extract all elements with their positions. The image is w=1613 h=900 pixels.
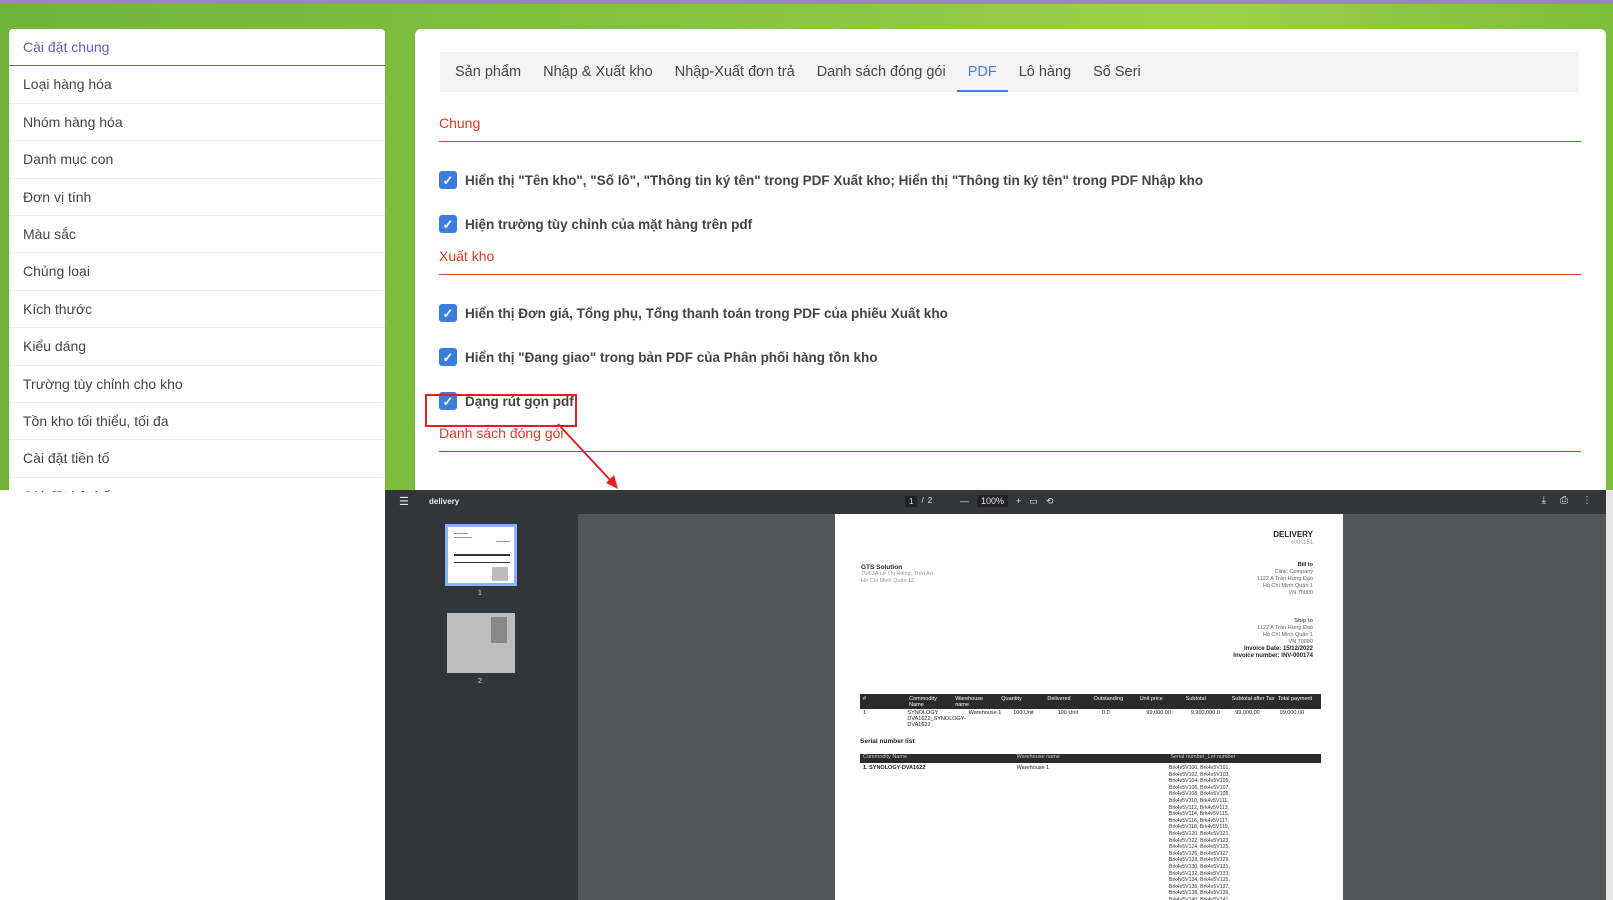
option-label-unit-price: Hiển thị Đơn giá, Tổng phụ, Tổng thanh t… (465, 305, 948, 321)
thumbnail-label-1: 1 (478, 590, 482, 597)
serial-table-header: Commodity Name Warehouse name Serial num… (860, 754, 1321, 763)
ship-to: Ship to 1122 A Trần Hưng Đạo Hồ Chí Minh… (1257, 618, 1313, 645)
settings-sidebar: Cài đặt chung Loại hàng hóa Nhóm hàng hó… (9, 29, 385, 492)
settings-tabs: Sản phẩm Nhập & Xuất kho Nhập-Xuất đơn t… (440, 52, 1579, 92)
thumbnail-label-2: 2 (478, 678, 482, 685)
invoice-info: Invoice Date: 15/12/2022 Invoice number:… (1233, 646, 1313, 659)
page-current[interactable]: 1 (905, 496, 918, 507)
serial-number-item: Brk4v5V132, Brk4v5V133, (1169, 870, 1230, 877)
sidebar-item-size[interactable]: Kích thước (9, 291, 385, 329)
serial-number-item: Brk4v5V126, Brk4v5V127, (1169, 850, 1230, 857)
doc-title: DELIVERY (1273, 530, 1313, 539)
tab-lot[interactable]: Lô hàng (1008, 52, 1082, 92)
sidebar-item-commodity-type[interactable]: Loại hàng hóa (9, 66, 385, 104)
serial-number-item: Brk4v5V124, Brk4v5V125, (1169, 844, 1230, 851)
sidebar-item-commodity-group[interactable]: Nhóm hàng hóa (9, 104, 385, 142)
tab-packing-list[interactable]: Danh sách đóng gói (806, 52, 957, 92)
zoom-level[interactable]: 100% (977, 495, 1009, 507)
page-separator: / (921, 496, 924, 505)
zoom-out-icon[interactable]: — (960, 496, 969, 506)
checkbox-unit-price[interactable]: ✓ (439, 304, 457, 322)
serial-number-item: Brk4v5V108, Brk4v5V109, (1169, 791, 1230, 798)
serial-number-item: Brk4v5V122, Brk4v5V123, (1169, 837, 1230, 844)
doc-number: #XK151 (1291, 540, 1313, 546)
menu-icon[interactable]: ☰ (399, 495, 409, 508)
serial-number-item: Brk4v5V100, Brk4v5V101, (1169, 765, 1230, 771)
zoom-in-icon[interactable]: + (1016, 496, 1021, 506)
pdf-toolbar: ☰ delivery 1 / 2 — 100% + ▭ ⟲ ⤓ ⎙ ⋮ (385, 490, 1606, 514)
annotation-arrow (557, 423, 618, 489)
download-icon[interactable]: ⤓ (1542, 495, 1546, 506)
thumbnail-page-2[interactable] (447, 613, 515, 673)
pdf-title: delivery (429, 497, 460, 506)
serial-number-item: Brk4v5V110, Brk4v5V111, (1169, 797, 1229, 804)
serial-table-row: 1. SYNOLOGY-DVA1622 Warehouse 1 (863, 765, 1050, 771)
sidebar-item-kind[interactable]: Chủng loại (9, 253, 385, 291)
tab-pdf[interactable]: PDF (956, 52, 1008, 92)
serial-number-item: Brk4v5V106, Brk4v5V107, (1169, 784, 1230, 791)
serial-number-item: Brk4v5V128, Brk4v5V129, (1169, 857, 1230, 864)
sidebar-item-style[interactable]: Kiểu dáng (9, 328, 385, 366)
page-scrollbar[interactable] (1606, 490, 1613, 900)
table-header: # Commodity Name Warehouse name Quantity… (860, 694, 1321, 709)
option-row-signature: ✓ Hiển thị "Tên kho", "Số lô", "Thông ti… (439, 171, 1203, 189)
serial-number-item: Brk4v5V136, Brk4v5V137, (1169, 883, 1230, 890)
page-total: 2 (927, 496, 933, 505)
company-address: 76/63A Lê Thị Riêng, Thới An Hồ Chí Minh… (861, 571, 933, 584)
option-label-custom-fields: Hiện trường tùy chỉnh của mặt hàng trên … (465, 216, 753, 232)
pdf-toolbar-right: ⤓ ⎙ ⋮ (1542, 495, 1592, 506)
page-indicator: 1 / 2 (905, 496, 932, 507)
sidebar-item-min-max-stock[interactable]: Tồn kho tối thiểu, tối đa (9, 403, 385, 441)
sidebar-item-system[interactable]: Cài đặt hệ thống (9, 478, 385, 492)
serial-number-item: Brk4v5V130, Brk4v5V131, (1169, 863, 1230, 870)
tab-products[interactable]: Sản phẩm (444, 52, 532, 92)
checkbox-custom-fields[interactable]: ✓ (439, 215, 457, 233)
bill-to: Bill to Clinic Company 1122 A Trần Hưng … (1257, 562, 1313, 596)
sidebar-item-custom-fields[interactable]: Trường tùy chỉnh cho kho (9, 366, 385, 403)
option-row-delivering: ✓ Hiển thị "Đang giao" trong bản PDF của… (439, 348, 878, 366)
serial-number-item: Brk4v5V114, Brk4v5V115, (1169, 811, 1230, 818)
sidebar-item-general[interactable]: Cài đặt chung (9, 29, 385, 67)
sidebar-item-color[interactable]: Màu sắc (9, 216, 385, 254)
thumbnail-page-1[interactable] (445, 524, 517, 586)
zoom-controls: — 100% + ▭ ⟲ (960, 495, 1053, 507)
serial-number-item: Brk4v5V104, Brk4v5V105, (1169, 778, 1230, 785)
fit-page-icon[interactable]: ▭ (1029, 496, 1038, 507)
tab-return-orders[interactable]: Nhập-Xuất đơn trả (664, 52, 806, 92)
serial-number-item: Brk4v5V120, Brk4v5V121, (1169, 830, 1230, 837)
serial-number-item: Brk4v5V102, Brk4v5V103, (1169, 771, 1230, 778)
serial-number-list: Brk4v5V100, Brk4v5V101, Brk4v5V102, Brk4v… (1169, 765, 1230, 900)
serial-list-title: Serial number list (860, 738, 915, 745)
rotate-icon[interactable]: ⟲ (1046, 496, 1054, 507)
option-row-custom-fields: ✓ Hiện trường tùy chỉnh của mặt hàng trê… (439, 215, 752, 233)
tab-import-export[interactable]: Nhập & Xuất kho (532, 52, 664, 92)
section-title-general: Chung (439, 115, 1581, 142)
option-row-unit-price: ✓ Hiển thị Đơn giá, Tổng phụ, Tổng thanh… (439, 304, 948, 322)
serial-number-item: Brk4v5V134, Brk4v5V135, (1169, 877, 1230, 884)
pdf-viewer: ☰ delivery 1 / 2 — 100% + ▭ ⟲ ⤓ ⎙ ⋮ 1 2 … (385, 490, 1606, 900)
tab-serial[interactable]: Số Seri (1082, 52, 1152, 92)
print-icon[interactable]: ⎙ (1560, 495, 1568, 506)
sidebar-item-sub-category[interactable]: Danh mục con (9, 141, 385, 179)
company-name: GTS Solution (861, 564, 903, 571)
option-label-signature: Hiển thị "Tên kho", "Số lô", "Thông tin … (465, 172, 1204, 188)
section-title-export: Xuất kho (439, 248, 1581, 275)
more-icon[interactable]: ⋮ (1582, 495, 1592, 506)
sidebar-item-prefix[interactable]: Cài đặt tiền tố (9, 440, 385, 478)
checkbox-signature[interactable]: ✓ (439, 171, 457, 189)
serial-number-item: Brk4v5V118, Brk4v5V119, (1169, 824, 1230, 831)
serial-number-item: Brk4v5V138, Brk4v5V139, (1169, 890, 1230, 897)
checkbox-delivering[interactable]: ✓ (439, 348, 457, 366)
option-label-delivering: Hiển thị "Đang giao" trong bản PDF của P… (465, 349, 878, 365)
table-row: 1 SYNOLOGY DVA1622_SYNOLOGY-DVA1622 Ware… (863, 710, 1305, 728)
serial-number-item: Brk4v5V116, Brk4v5V117, (1169, 817, 1230, 824)
thumbnail-sidebar: 1 2 (385, 514, 578, 900)
serial-number-item: Brk4v5V112, Brk4v5V113, (1169, 804, 1230, 811)
sidebar-item-unit[interactable]: Đơn vị tính (9, 179, 385, 216)
pdf-page: DELIVERY #XK151 GTS Solution 76/63A Lê T… (835, 514, 1343, 900)
